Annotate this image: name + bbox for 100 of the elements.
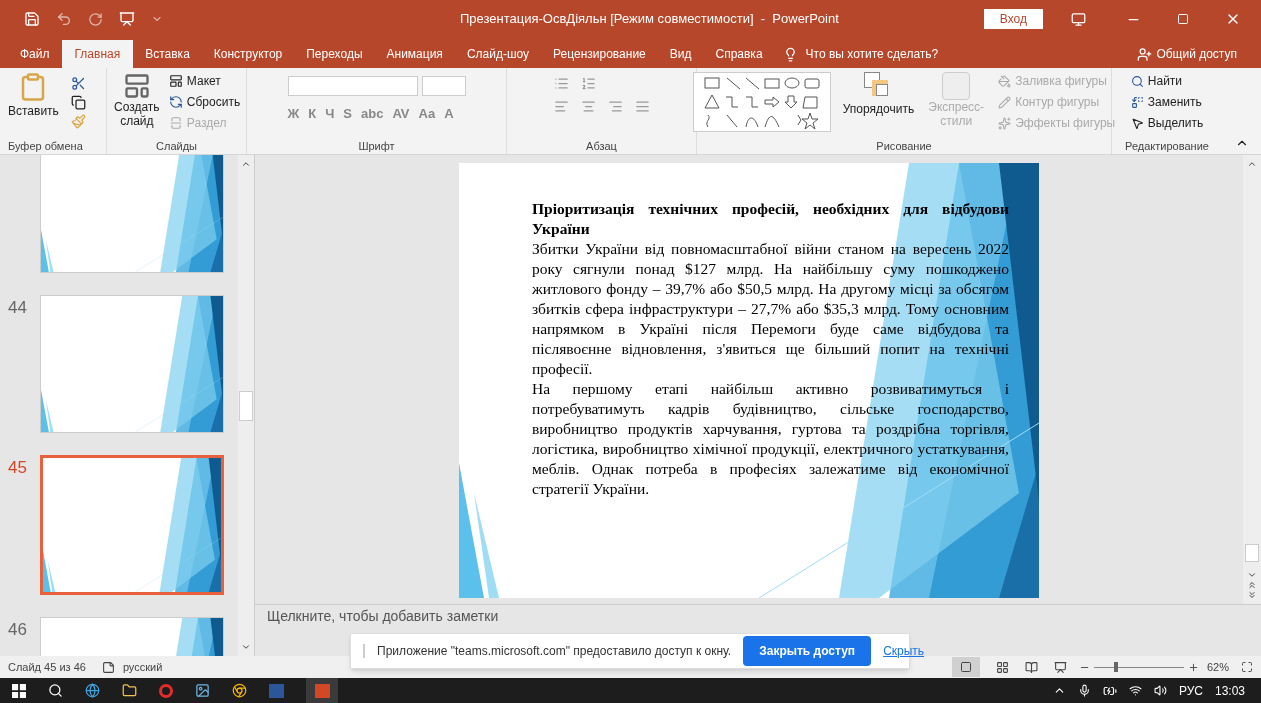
save-icon[interactable] <box>24 11 40 27</box>
folder-icon[interactable] <box>122 683 137 698</box>
input-language[interactable]: РУС <box>1178 681 1203 700</box>
new-slide-button[interactable]: Создать слайд <box>112 72 161 138</box>
window-title: Презентация-ОсвДіяльн [Режим совместимости] - PowerPoint <box>460 10 839 29</box>
share-button[interactable]: Общий доступ <box>1137 40 1261 68</box>
scroll-down-icon[interactable] <box>241 642 251 652</box>
volume-icon[interactable] <box>1153 684 1167 697</box>
thumbnail-scrollbar[interactable] <box>238 155 254 656</box>
notes-placeholder: Щелкните, чтобы добавить заметки <box>267 608 499 624</box>
microphone-icon[interactable] <box>1077 684 1091 697</box>
search-icon[interactable] <box>48 683 63 698</box>
ribbon-display-icon[interactable] <box>1071 11 1086 27</box>
align-left-icon[interactable] <box>553 99 569 114</box>
justify-icon[interactable] <box>634 99 650 114</box>
normal-view-icon[interactable] <box>951 657 980 677</box>
font-format-button[interactable]: Ж <box>287 104 300 124</box>
replace-icon <box>1130 95 1144 109</box>
restore-icon[interactable] <box>1177 13 1189 25</box>
language-label[interactable]: русский <box>122 658 163 676</box>
zoom-slider-thumb[interactable] <box>1113 662 1118 672</box>
select-button[interactable]: Выделить <box>1130 114 1204 132</box>
clock[interactable]: 13:03 <box>1214 681 1245 700</box>
font-format-button[interactable]: Ч <box>325 104 335 124</box>
align-right-icon[interactable] <box>607 99 623 114</box>
slideshow-icon[interactable] <box>119 11 135 27</box>
slide-sorter-icon[interactable] <box>995 660 1009 674</box>
font-name-field[interactable] <box>287 76 418 96</box>
reading-view-icon[interactable] <box>1024 660 1038 674</box>
scrollbar-thumb[interactable] <box>239 390 253 421</box>
find-button[interactable]: Найти <box>1130 72 1204 90</box>
ring-icon[interactable] <box>159 683 173 698</box>
replace-button[interactable]: Заменить <box>1130 93 1204 111</box>
paste-button[interactable]: Вставить <box>8 72 59 120</box>
group-label: Слайды <box>156 138 197 154</box>
next-slide-icon[interactable] <box>1247 590 1257 600</box>
style-swatch-icon <box>942 72 971 100</box>
scroll-up-icon[interactable] <box>1247 159 1257 169</box>
ribbon-tab[interactable]: Вид <box>657 40 704 68</box>
bullets-icon[interactable] <box>553 76 569 91</box>
slideshow-view-icon[interactable] <box>1053 660 1067 674</box>
ribbon-tab[interactable]: Слайд-шоу <box>454 40 542 68</box>
square-icon <box>959 661 972 673</box>
undo-icon[interactable] <box>56 11 72 27</box>
zoom-in-icon[interactable] <box>1187 661 1199 673</box>
font-format-button[interactable]: abc <box>361 104 384 124</box>
ribbon-tab[interactable]: Вставка <box>133 40 202 68</box>
redo-icon[interactable] <box>88 11 103 27</box>
fit-slide-icon[interactable] <box>1241 661 1253 673</box>
font-format-button[interactable]: S <box>343 104 352 124</box>
reset-icon <box>168 95 183 109</box>
slide-number: 46 <box>8 620 27 639</box>
stop-sharing-button[interactable]: Закрыть доступ <box>743 636 872 666</box>
group-label: Шрифт <box>358 138 395 154</box>
font-size-field[interactable] <box>421 76 466 96</box>
ribbon-tab[interactable]: Конструктор <box>201 40 295 68</box>
windows-icon[interactable] <box>12 683 26 698</box>
chrome-icon[interactable] <box>232 683 247 698</box>
ribbon-tab[interactable]: Переходы <box>294 40 375 68</box>
reset-button[interactable]: Сбросить <box>168 93 241 111</box>
layout-icon <box>168 74 183 88</box>
copy-icon[interactable] <box>70 95 86 110</box>
wifi-icon[interactable] <box>1128 684 1142 697</box>
layout-button[interactable]: Макет <box>168 72 241 90</box>
powerpoint-icon[interactable] <box>306 678 338 703</box>
ribbon-tab[interactable]: Главная <box>61 40 134 68</box>
font-format-button[interactable]: Aa <box>418 104 436 124</box>
tell-me-field[interactable]: Что вы хотите сделать? <box>805 45 939 63</box>
arrange-button[interactable]: Упорядочить <box>842 72 915 118</box>
section-icon <box>168 116 183 130</box>
slide-thumbnail[interactable] <box>40 155 224 273</box>
scissors-icon[interactable] <box>70 76 86 91</box>
slide-number: 45 <box>8 458 27 477</box>
ribbon-tab[interactable]: Анимация <box>374 40 455 68</box>
font-format-button[interactable]: AV <box>392 104 410 124</box>
scrollbar-thumb[interactable] <box>1245 544 1259 562</box>
slide-layout-icon <box>122 72 151 100</box>
font-format-button[interactable]: К <box>308 104 317 124</box>
slide-number: 44 <box>8 298 27 317</box>
zoom-percent[interactable]: 62% <box>1206 658 1229 676</box>
ribbon-tab[interactable]: Справка <box>703 40 775 68</box>
slide-count: Слайд 45 из 46 <box>8 659 86 675</box>
browser-icon[interactable] <box>85 683 100 698</box>
ribbon-tab[interactable]: Рецензирование <box>541 40 658 68</box>
font-format-button[interactable]: A <box>444 104 454 124</box>
group-label: Рисование <box>876 138 932 154</box>
paint-bucket-icon <box>998 74 1012 88</box>
scroll-up-icon[interactable] <box>241 159 251 169</box>
scroll-down-icon[interactable] <box>1247 570 1257 580</box>
previous-slide-icon[interactable] <box>1247 580 1257 590</box>
slide-scrollbar[interactable] <box>1243 155 1261 604</box>
group-label: Абзац <box>586 138 617 154</box>
signin-button[interactable]: Вход <box>983 9 1043 29</box>
ribbon-tab[interactable]: Файл <box>8 40 62 68</box>
picture-icon[interactable] <box>195 683 210 698</box>
numbering-icon[interactable] <box>580 76 596 91</box>
group-label: Редактирование <box>1125 138 1209 154</box>
slide-thumbnail[interactable] <box>40 295 224 433</box>
spelling-icon[interactable] <box>101 660 115 674</box>
slide-thumbnail[interactable] <box>40 455 224 595</box>
